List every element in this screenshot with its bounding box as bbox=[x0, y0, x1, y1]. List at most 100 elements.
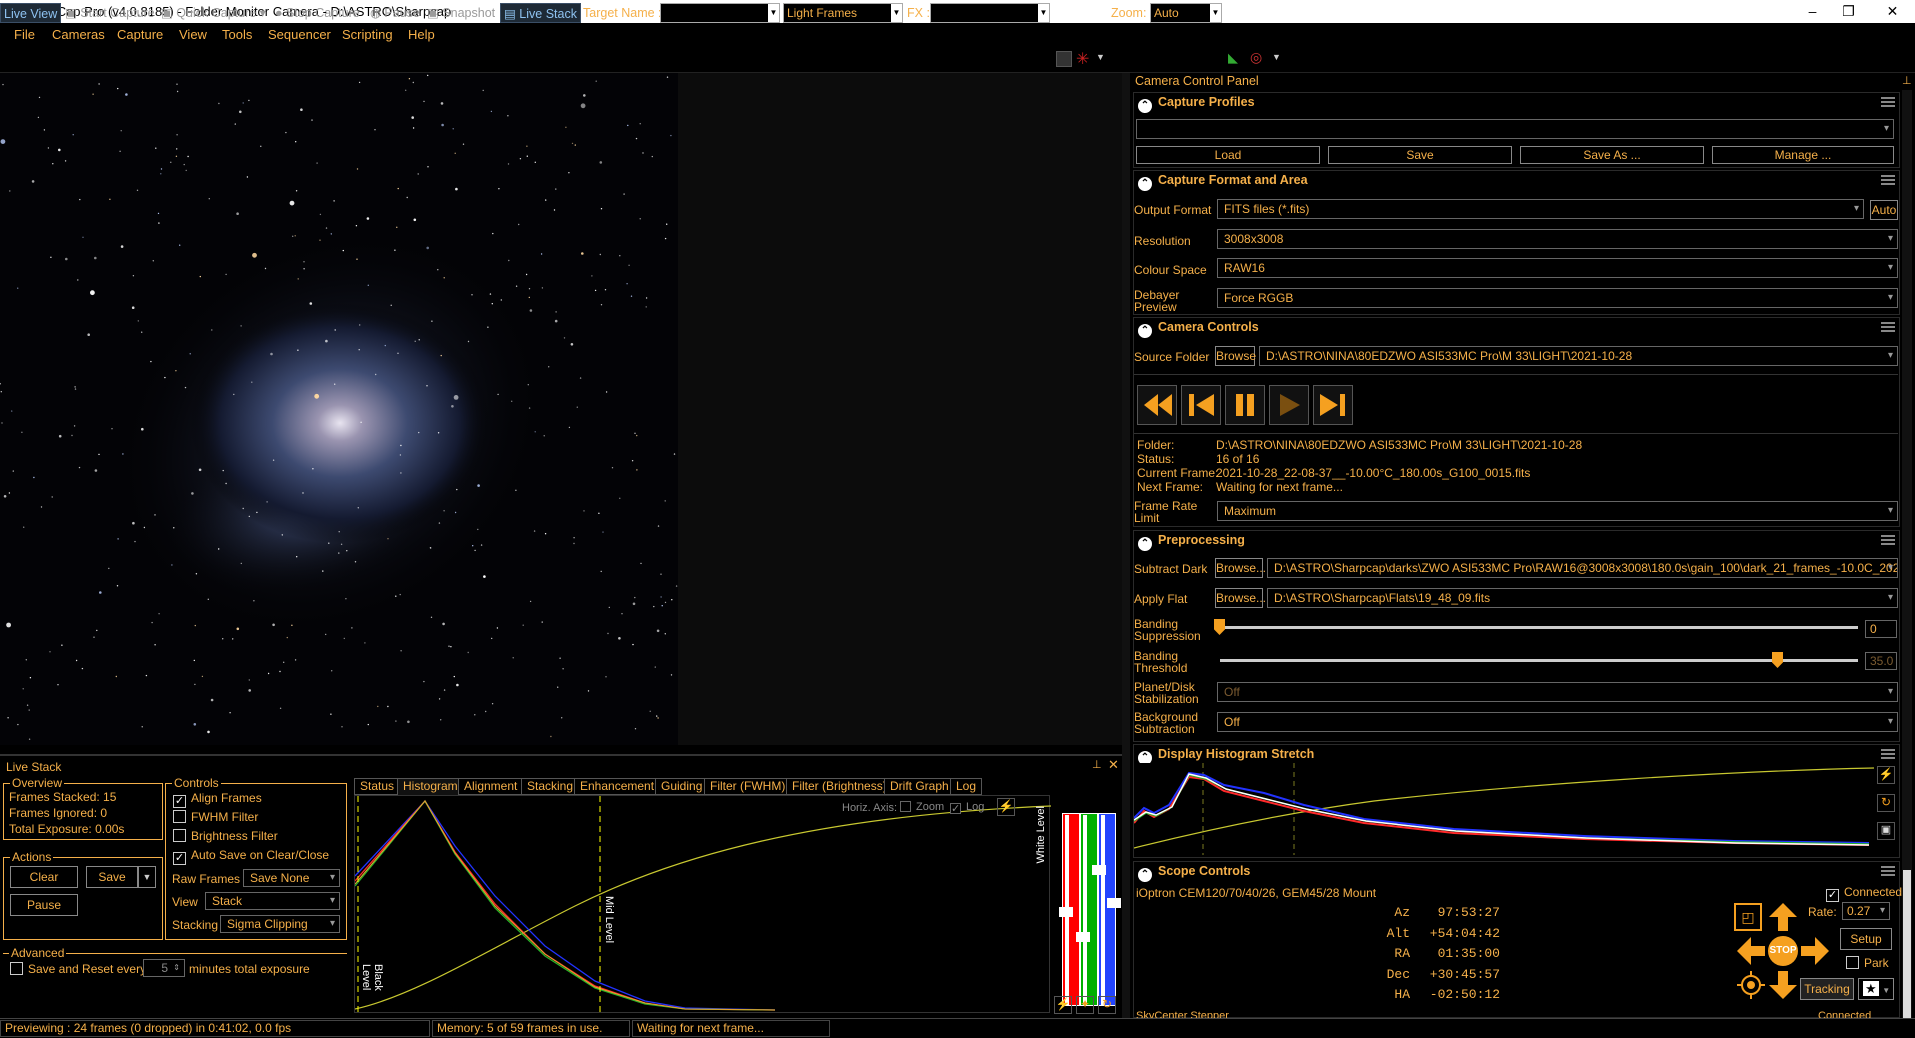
minutes-stepper[interactable]: 5 ⇕ bbox=[143, 959, 185, 977]
brightness-filter-checkbox[interactable]: Brightness Filter bbox=[173, 829, 278, 843]
tab-drift-graph[interactable]: Drift Graph bbox=[884, 778, 955, 795]
stop-button[interactable]: STOP bbox=[1768, 936, 1798, 966]
pause-button[interactable]: ◍ Pause bbox=[367, 3, 423, 23]
apply-flat-select[interactable]: D:\ASTRO\Sharpcap\Flats\19_48_09.fits ▾ bbox=[1267, 588, 1898, 608]
log-checkbox[interactable]: ✓ Log bbox=[950, 801, 984, 815]
save-icon[interactable]: ▣ bbox=[1877, 822, 1895, 840]
banding-threshold-slider[interactable] bbox=[1220, 659, 1858, 662]
frame-type-select[interactable]: Light Frames ▼ bbox=[783, 3, 903, 23]
banding-suppression-slider[interactable] bbox=[1220, 626, 1858, 629]
red-level-handle[interactable] bbox=[1059, 907, 1073, 917]
menu-icon[interactable] bbox=[1881, 322, 1895, 332]
quick-capture-button[interactable]: ▣ Quick Capture ▾ bbox=[158, 3, 269, 23]
tab-guiding[interactable]: Guiding bbox=[655, 778, 709, 795]
fx-select[interactable]: ▼ bbox=[930, 3, 1050, 23]
stacking-select[interactable]: Sigma Clipping ▾ bbox=[220, 915, 340, 933]
chevron-down-icon[interactable]: ▼ bbox=[1096, 52, 1105, 62]
menu-tools[interactable]: Tools bbox=[222, 27, 252, 42]
auto-format-button[interactable]: Auto bbox=[1870, 200, 1898, 220]
tab-status[interactable]: Status bbox=[354, 778, 401, 795]
frame-rate-select[interactable]: Maximum ▾ bbox=[1217, 501, 1898, 521]
browse-dark-button[interactable]: Browse... bbox=[1215, 558, 1266, 578]
start-capture-button[interactable]: ▣ Start Capture bbox=[62, 3, 158, 23]
rewind-button[interactable] bbox=[1137, 385, 1177, 425]
menu-icon[interactable] bbox=[1881, 175, 1895, 185]
tab-filter-brightness[interactable]: Filter (Brightness) bbox=[786, 778, 893, 795]
last-frame-button[interactable] bbox=[1313, 385, 1353, 425]
scope-controls-header[interactable]: ⌃ Scope Controls bbox=[1138, 864, 1250, 882]
stack-histogram-graph[interactable]: Black Level Mid Level White Level Horiz.… bbox=[354, 795, 1051, 1014]
save-as-profile-button[interactable]: Save As ... bbox=[1520, 146, 1704, 164]
white-level-handle[interactable] bbox=[1107, 898, 1121, 908]
tab-log[interactable]: Log bbox=[950, 778, 983, 795]
load-profile-button[interactable]: Load bbox=[1136, 146, 1320, 164]
live-view-button[interactable]: Live View bbox=[0, 3, 62, 23]
connected-checkbox[interactable]: ✓ Connected bbox=[1826, 885, 1902, 902]
tab-histogram[interactable]: Histogram bbox=[397, 778, 464, 795]
menu-capture[interactable]: Capture bbox=[117, 27, 163, 42]
debayer-select[interactable]: Force RGGB ▾ bbox=[1217, 288, 1898, 308]
menu-icon[interactable] bbox=[1881, 866, 1895, 876]
sparkle-icon[interactable]: ✦ bbox=[1076, 996, 1094, 1014]
menu-sequencer[interactable]: Sequencer bbox=[268, 27, 331, 42]
browse-source-button[interactable]: Browse bbox=[1215, 346, 1256, 366]
menu-view[interactable]: View bbox=[179, 27, 207, 42]
horizontal-splitter[interactable] bbox=[0, 754, 1122, 756]
output-format-select[interactable]: FITS files (*.fits) ▾ bbox=[1217, 199, 1864, 219]
live-stack-button[interactable]: ▤ Live Stack bbox=[500, 3, 581, 23]
menu-icon[interactable] bbox=[1881, 535, 1895, 545]
save-profile-button[interactable]: Save bbox=[1328, 146, 1512, 164]
manage-profiles-button[interactable]: Manage ... bbox=[1712, 146, 1894, 164]
stop-capture-button[interactable]: ● Stop Capture bbox=[272, 3, 363, 23]
tracking-button[interactable]: Tracking bbox=[1800, 978, 1854, 1000]
tab-stacking[interactable]: Stacking bbox=[521, 778, 580, 795]
camera-controls-header[interactable]: ⌃ Camera Controls bbox=[1138, 320, 1259, 338]
reset-icon[interactable]: ↻ bbox=[1877, 794, 1895, 812]
setup-button[interactable]: Setup bbox=[1840, 928, 1892, 950]
crosshair-icon[interactable]: ✳ bbox=[1076, 49, 1089, 69]
park-checkbox[interactable]: Park bbox=[1846, 956, 1889, 970]
ccp-scrollbar-thumb[interactable] bbox=[1903, 870, 1911, 1020]
pause-stack-button[interactable]: Pause bbox=[10, 894, 78, 916]
menu-scripting[interactable]: Scripting bbox=[342, 27, 393, 42]
colour-space-select[interactable]: RAW16 ▾ bbox=[1217, 258, 1898, 278]
banding-threshold-input[interactable]: 35.0 bbox=[1865, 652, 1897, 670]
resolution-select[interactable]: 3008x3008 ▾ bbox=[1217, 229, 1898, 249]
auto-stretch-icon[interactable]: ⚡ bbox=[1877, 766, 1895, 784]
reset-levels-icon[interactable]: ↻ bbox=[1098, 996, 1116, 1014]
save-stack-button[interactable]: Save bbox=[86, 866, 138, 888]
auto-save-checkbox[interactable]: ✓ Auto Save on Clear/Close bbox=[173, 848, 329, 865]
previous-frame-button[interactable] bbox=[1181, 385, 1221, 425]
auto-levels-icon[interactable]: ⚡ bbox=[1054, 996, 1072, 1014]
source-folder-select[interactable]: D:\ASTRO\NINA\80EDZWO ASI533MC Pro\M 33\… bbox=[1259, 346, 1898, 366]
maximize-button[interactable]: ❐ bbox=[1826, 0, 1871, 23]
capture-profiles-header[interactable]: ⌃ Capture Profiles bbox=[1138, 95, 1255, 113]
slew-mode-icon[interactable]: ◰ bbox=[1734, 903, 1762, 931]
profile-select[interactable]: ▾ bbox=[1136, 119, 1894, 139]
panel-splitter[interactable] bbox=[1122, 73, 1130, 1038]
blue-level-handle[interactable] bbox=[1092, 865, 1106, 875]
pause-playback-button[interactable] bbox=[1225, 385, 1265, 425]
target-icon[interactable]: ◎ bbox=[1250, 49, 1262, 66]
rate-select[interactable]: 0.27 ▾ bbox=[1842, 902, 1890, 920]
menu-file[interactable]: File bbox=[14, 27, 35, 42]
north-arrow-button[interactable] bbox=[1768, 902, 1798, 935]
ccp-scrollbar[interactable] bbox=[1902, 90, 1912, 1020]
south-arrow-button[interactable] bbox=[1768, 970, 1798, 1003]
chevron-down-icon[interactable]: ▼ bbox=[1272, 52, 1281, 62]
pin-icon[interactable]: ⊥ bbox=[1092, 758, 1102, 771]
fwhm-filter-checkbox[interactable]: FWHM Filter bbox=[173, 810, 258, 824]
tab-alignment[interactable]: Alignment bbox=[458, 778, 524, 795]
background-subtraction-select[interactable]: Off ▾ bbox=[1217, 712, 1898, 732]
raw-frames-select[interactable]: Save None ▾ bbox=[243, 869, 340, 887]
snapshot-button[interactable]: ▣ Snapshot bbox=[424, 3, 498, 23]
goto-target-icon[interactable] bbox=[1736, 970, 1766, 1003]
planet-stabilization-select[interactable]: Off ▾ bbox=[1217, 682, 1898, 702]
pin-icon[interactable]: ⊥ bbox=[1902, 74, 1912, 87]
save-reset-checkbox[interactable]: Save and Reset every bbox=[10, 962, 146, 976]
zoom-checkbox[interactable]: Zoom bbox=[900, 801, 944, 813]
menu-cameras[interactable]: Cameras bbox=[52, 27, 105, 42]
zoom-select[interactable]: Auto ▼ bbox=[1150, 3, 1222, 23]
tab-enhancement[interactable]: Enhancement bbox=[574, 778, 661, 795]
view-select[interactable]: Stack ▾ bbox=[205, 892, 340, 910]
